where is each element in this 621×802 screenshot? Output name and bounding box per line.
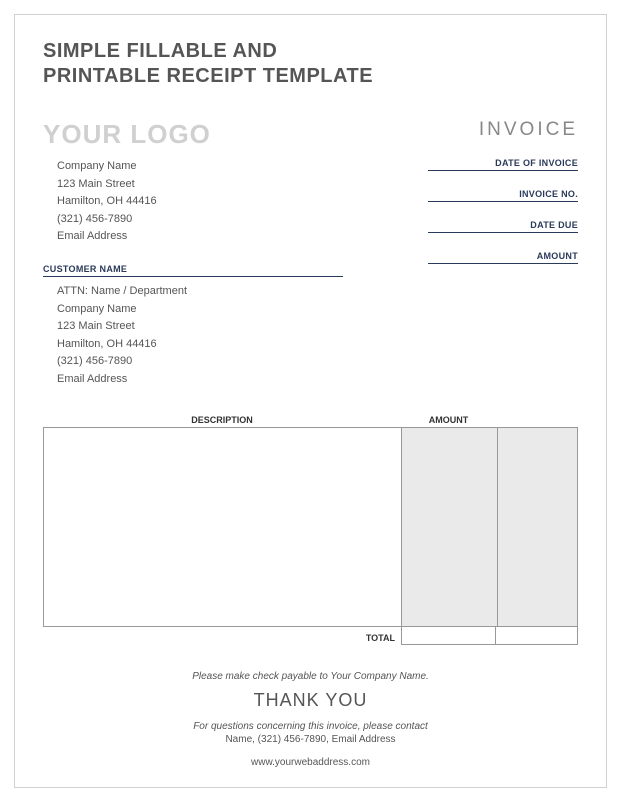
footer: Please make check payable to Your Compan…	[43, 671, 578, 768]
footer-contact-2: Name, (321) 456-7890, Email Address	[43, 734, 578, 745]
logo-placeholder: YOUR LOGO	[43, 119, 211, 150]
title-line-1: SIMPLE FILLABLE AND	[43, 40, 277, 62]
description-column[interactable]	[44, 428, 402, 626]
title-line-2: PRINTABLE RECEIPT TEMPLATE	[43, 65, 373, 87]
customer-name: Company Name	[57, 301, 343, 319]
items-table	[43, 427, 578, 627]
company-block: Company Name 123 Main Street Hamilton, O…	[43, 158, 343, 246]
company-city: Hamilton, OH 44416	[57, 193, 343, 211]
column-amount-label: AMOUNT	[401, 415, 496, 425]
left-column: Company Name 123 Main Street Hamilton, O…	[43, 158, 343, 389]
meta-amount: AMOUNT	[428, 251, 578, 264]
customer-phone: (321) 456-7890	[57, 353, 343, 371]
footer-thanks: THANK YOU	[43, 690, 578, 711]
meta-date-due: DATE DUE	[428, 220, 578, 233]
amount-column[interactable]	[402, 428, 498, 626]
customer-email: Email Address	[57, 371, 343, 389]
customer-block: ATTN: Name / Department Company Name 123…	[43, 283, 343, 389]
template-title: SIMPLE FILLABLE AND PRINTABLE RECEIPT TE…	[43, 39, 578, 89]
company-street: 123 Main Street	[57, 176, 343, 194]
company-email: Email Address	[57, 228, 343, 246]
footer-web: www.yourwebaddress.com	[43, 757, 578, 768]
extra-column[interactable]	[498, 428, 577, 626]
invoice-heading: INVOICE	[479, 119, 578, 141]
column-description-label: DESCRIPTION	[43, 415, 401, 425]
meta-date-of-invoice-label: DATE OF INVOICE	[428, 158, 578, 171]
customer-street: 123 Main Street	[57, 318, 343, 336]
footer-contact-1: For questions concerning this invoice, p…	[43, 721, 578, 732]
page: SIMPLE FILLABLE AND PRINTABLE RECEIPT TE…	[0, 0, 621, 802]
customer-section-label: CUSTOMER NAME	[43, 264, 343, 277]
table-header: DESCRIPTION AMOUNT	[43, 415, 578, 425]
meta-invoice-no: INVOICE NO.	[428, 189, 578, 202]
company-phone: (321) 456-7890	[57, 211, 343, 229]
template-sheet: SIMPLE FILLABLE AND PRINTABLE RECEIPT TE…	[14, 14, 607, 788]
company-name: Company Name	[57, 158, 343, 176]
meta-date-of-invoice: DATE OF INVOICE	[428, 158, 578, 171]
total-label: TOTAL	[43, 627, 401, 645]
info-row: Company Name 123 Main Street Hamilton, O…	[43, 158, 578, 389]
customer-attn: ATTN: Name / Department	[57, 283, 343, 301]
header-row: YOUR LOGO INVOICE	[43, 119, 578, 150]
total-cell-2[interactable]	[496, 627, 578, 645]
meta-invoice-no-label: INVOICE NO.	[428, 189, 578, 202]
customer-city: Hamilton, OH 44416	[57, 336, 343, 354]
meta-amount-label: AMOUNT	[428, 251, 578, 264]
footer-payable: Please make check payable to Your Compan…	[43, 671, 578, 682]
total-cell-1[interactable]	[401, 627, 496, 645]
meta-block: DATE OF INVOICE INVOICE NO. DATE DUE AMO…	[428, 158, 578, 282]
total-row: TOTAL	[43, 627, 578, 645]
meta-date-due-label: DATE DUE	[428, 220, 578, 233]
